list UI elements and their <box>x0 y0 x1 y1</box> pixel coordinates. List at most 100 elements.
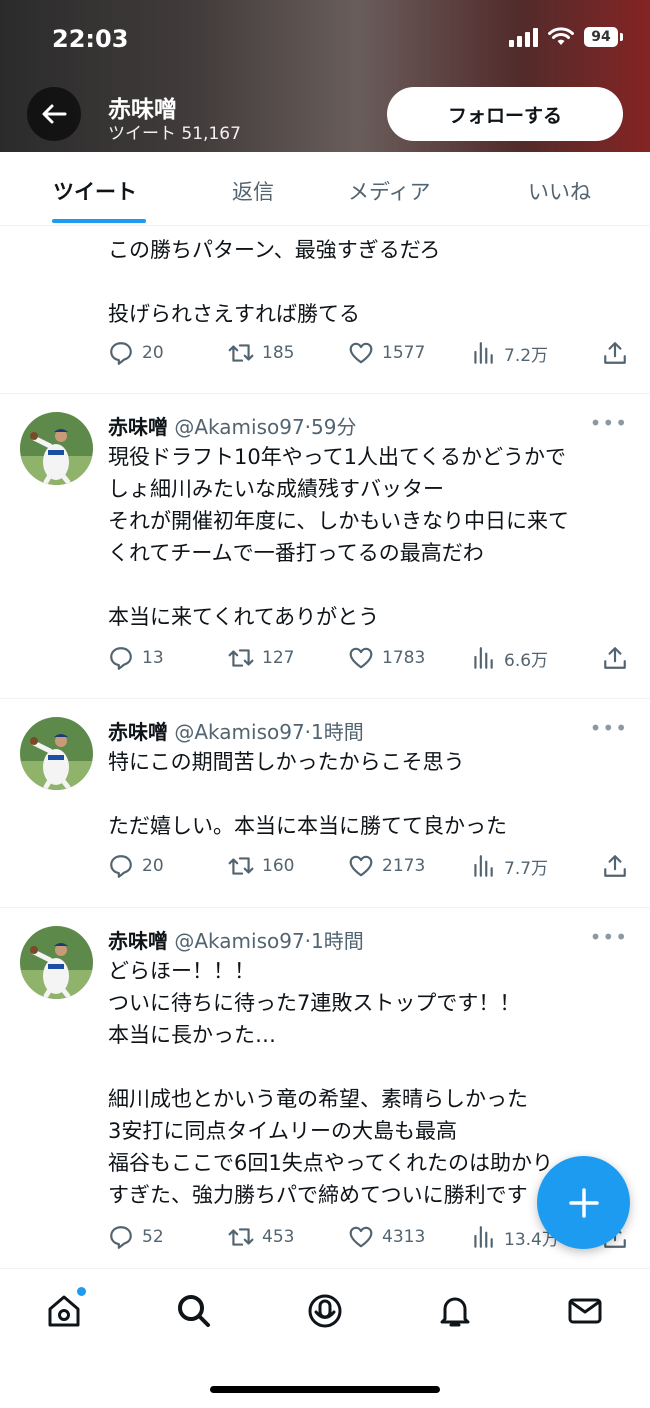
views-icon <box>470 1224 496 1250</box>
follow-button[interactable]: フォローする <box>387 87 623 141</box>
nav-spaces[interactable] <box>305 1291 345 1331</box>
retweet-button[interactable]: 160 <box>228 853 294 879</box>
tweet-actions: 13 127 1783 6.6万 <box>108 645 628 677</box>
tweet-text-line: どらほー！！！ <box>108 959 255 983</box>
more-icon[interactable]: ••• <box>590 411 628 435</box>
reply-button[interactable]: 20 <box>108 853 164 879</box>
author-handle[interactable]: @Akamiso97 <box>174 415 304 439</box>
tweet-count: ツイート 51,167 <box>108 124 241 144</box>
tweet-text-line: 投げられさえすれば勝てる <box>108 302 360 326</box>
author-handle[interactable]: @Akamiso97 <box>174 720 304 744</box>
search-icon <box>178 1295 210 1327</box>
tweet-text-line: 現役ドラフト10年やって1人出てくるかどうかで <box>108 445 566 469</box>
tweet-text-line: 特にこの期間苦しかったからこそ思う <box>108 750 465 774</box>
tweet-actions: 20 160 2173 7.7万 <box>108 853 628 885</box>
tweet-text-line: それが開催初年度に、しかもいきなり中日に来て <box>108 509 569 533</box>
share-icon <box>602 853 628 879</box>
share-button[interactable] <box>602 340 628 366</box>
more-icon[interactable]: ••• <box>590 716 628 740</box>
author-name[interactable]: 赤味噌 <box>108 720 168 744</box>
nav-search[interactable] <box>174 1291 214 1331</box>
tweet-text-line: くれてチームで一番打ってるの最高だわ <box>108 541 484 565</box>
retweet-icon <box>228 1224 254 1250</box>
compose-plus-icon <box>568 1187 599 1218</box>
tab-replies[interactable]: 返信 <box>232 176 274 206</box>
reply-icon <box>108 1224 134 1250</box>
tweet-text-line: しょ細川みたいな成績残すバッター <box>108 477 444 501</box>
like-count: 4313 <box>382 1227 426 1247</box>
back-button[interactable] <box>27 87 81 141</box>
tab-tweets[interactable]: ツイート <box>53 176 137 206</box>
reply-icon <box>108 645 134 671</box>
like-button[interactable]: 4313 <box>348 1224 425 1250</box>
reply-count: 13 <box>142 648 164 668</box>
reply-icon <box>108 340 134 366</box>
avatar[interactable] <box>20 412 93 485</box>
views-icon <box>470 340 496 366</box>
tweet-time: 1時間 <box>311 720 364 744</box>
battery-icon: 94 <box>584 27 623 47</box>
tweet-text-line: ただ嬉しい。本当に本当に勝てて良かった <box>108 814 507 838</box>
share-button[interactable] <box>602 853 628 879</box>
avatar[interactable] <box>20 926 93 999</box>
retweet-button[interactable]: 453 <box>228 1224 294 1250</box>
author-name[interactable]: 赤味噌 <box>108 415 168 439</box>
views-icon <box>470 645 496 671</box>
retweet-count: 453 <box>262 1227 295 1247</box>
reply-button[interactable]: 13 <box>108 645 164 671</box>
reply-count: 20 <box>142 856 164 876</box>
views-button[interactable]: 6.6万 <box>470 645 548 671</box>
like-button[interactable]: 1577 <box>348 340 425 366</box>
views-count: 6.6万 <box>504 650 549 671</box>
tweet-time: 1時間 <box>311 929 364 953</box>
like-icon <box>348 853 374 879</box>
tweet-text-line: この勝ちパターン、最強すぎるだろ <box>108 238 441 262</box>
share-button[interactable] <box>602 645 628 671</box>
mail-icon <box>568 1298 602 1324</box>
retweet-button[interactable]: 185 <box>228 340 294 366</box>
tweet-text-line: 3安打に同点タイムリーの大島も最高 <box>108 1119 457 1143</box>
spaces-icon <box>308 1294 342 1328</box>
like-count: 2173 <box>382 856 426 876</box>
author-handle[interactable]: @Akamiso97 <box>174 929 304 953</box>
nav-home[interactable] <box>44 1287 86 1331</box>
tweet-text-line: すぎた、強力勝ちパで締めてついに勝利です <box>108 1183 528 1207</box>
views-icon <box>470 853 496 879</box>
tweet[interactable]: 赤味噌 @Akamiso97·59分 ••• 現役ドラフト10年やって1人出てく… <box>0 393 650 699</box>
reply-button[interactable]: 20 <box>108 340 164 366</box>
tab-likes[interactable]: いいね <box>528 176 591 206</box>
tweet[interactable]: 赤味噌 @Akamiso97·1時間 ••• 特にこの期間苦しかったからこそ思う… <box>0 698 650 908</box>
retweet-button[interactable]: 127 <box>228 645 294 671</box>
retweet-count: 185 <box>262 343 295 363</box>
retweet-icon <box>228 645 254 671</box>
tab-media[interactable]: メディア <box>348 176 431 206</box>
profile-tabs: ツイート 返信 メディア いいね <box>0 152 650 226</box>
views-count: 7.2万 <box>504 345 549 366</box>
tweet-text-line: 本当に来てくれてありがとう <box>108 605 380 629</box>
tweet-text-line: 福谷もここで6回1失点やってくれたのは助かり <box>108 1151 554 1175</box>
tweet-time: 59分 <box>311 415 357 439</box>
more-icon[interactable]: ••• <box>590 925 628 949</box>
tweet-header: 赤味噌 @Akamiso97·59分 <box>108 415 357 439</box>
tweet-text-line: 細川成也とかいう竜の希望、素晴らしかった <box>108 1087 528 1111</box>
reply-button[interactable]: 52 <box>108 1224 164 1250</box>
avatar[interactable] <box>20 717 93 790</box>
author-name[interactable]: 赤味噌 <box>108 929 168 953</box>
like-button[interactable]: 2173 <box>348 853 425 879</box>
like-button[interactable]: 1783 <box>348 645 425 671</box>
views-button[interactable]: 7.7万 <box>470 853 548 879</box>
views-count: 7.7万 <box>504 858 549 879</box>
tweet[interactable]: この勝ちパターン、最強すぎるだろ 投げられさえすれば勝てる 20 185 157… <box>0 226 650 394</box>
tweet-text-line: ついに待ちに待った7連敗ストップです！！ <box>108 991 521 1015</box>
compose-button[interactable] <box>537 1156 630 1249</box>
views-button[interactable]: 7.2万 <box>470 340 548 366</box>
share-icon <box>602 340 628 366</box>
like-icon <box>348 645 374 671</box>
nav-messages[interactable] <box>565 1291 605 1331</box>
back-arrow-icon <box>42 104 67 124</box>
retweet-icon <box>228 853 254 879</box>
retweet-icon <box>228 340 254 366</box>
tweet-header: 赤味噌 @Akamiso97·1時間 <box>108 720 364 744</box>
status-indicators: 94 <box>509 27 623 47</box>
nav-notifications[interactable] <box>435 1291 475 1331</box>
